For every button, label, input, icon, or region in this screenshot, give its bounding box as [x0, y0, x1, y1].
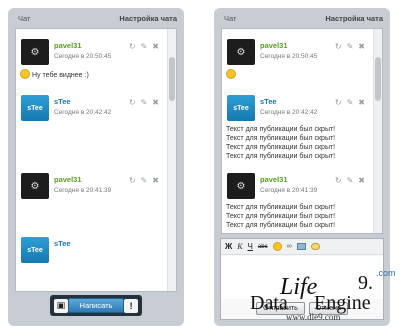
message-actions: ↻ ✎ ✖: [335, 176, 365, 185]
chat-message: ⚙ pavel31 Сегодня в 20:50:45 ↻ ✎ ✖ Ну те…: [16, 39, 167, 95]
message-actions: ↻ ✎ ✖: [335, 98, 365, 107]
smiley-icon: [20, 69, 30, 79]
message-time: Сегодня в 20:50:45: [260, 53, 318, 60]
message-actions: ↻ ✎ ✖: [129, 42, 159, 51]
delete-icon[interactable]: ✖: [152, 98, 159, 107]
hidden-text-line: Текст для публикации был скрыт!: [226, 144, 336, 151]
gears-icon: ⚙: [227, 39, 255, 65]
message-author[interactable]: sTee: [54, 97, 71, 106]
message-author[interactable]: sTee: [54, 239, 71, 248]
hidden-text-line: Текст для публикации был скрыт!: [226, 135, 336, 142]
message-text: [226, 69, 238, 80]
message-time: Сегодня в 20:42:42: [260, 109, 318, 116]
stee-logo-icon: sTee: [21, 95, 49, 121]
bold-button[interactable]: Ж: [225, 242, 232, 251]
scrollbar[interactable]: [373, 29, 382, 233]
write-button[interactable]: Написать: [67, 298, 125, 313]
gears-icon: ⚙: [21, 39, 49, 65]
link-icon[interactable]: ∞: [287, 243, 292, 250]
reply-icon[interactable]: ↻: [129, 98, 136, 107]
scroll-thumb[interactable]: [375, 57, 381, 101]
chat-message: sTee sTee Сегодня в 20:42:42 ↻ ✎ ✖: [16, 95, 167, 151]
chat-settings-link[interactable]: Настройка чата: [325, 14, 383, 23]
scrollbar[interactable]: [167, 29, 176, 291]
edit-icon[interactable]: ✎: [141, 176, 148, 185]
chat-title: Чат: [18, 13, 31, 23]
message-time: Сегодня в 20:50:45: [54, 53, 112, 60]
hidden-text-line: Текст для публикации был скрыт!: [226, 213, 336, 220]
hidden-text-line: Текст для публикации был скрыт!: [226, 153, 336, 160]
editor-buttons: Отправить Отмена: [221, 302, 383, 316]
cancel-button[interactable]: Отмена: [308, 302, 348, 315]
chat-messages[interactable]: ⚙ pavel31 Сегодня в 20:50:45 ↻ ✎ ✖ Ну те…: [15, 28, 177, 292]
smiley-icon[interactable]: [272, 242, 282, 251]
chat-header: Чат Настройка чата: [214, 8, 390, 28]
strikethrough-button[interactable]: abc: [258, 244, 268, 250]
chat-message: ⚙ pavel31 Сегодня в 20:41:39 ↻ ✎ ✖: [16, 173, 167, 229]
delete-icon[interactable]: ✖: [152, 176, 159, 185]
chat-message: sTee sTee: [16, 237, 167, 291]
chat-header: Чат Настройка чата: [8, 8, 184, 28]
chat-message: sTee sTee Сегодня в 20:42:42 ↻ ✎ ✖ Текст…: [222, 95, 373, 173]
underline-button[interactable]: Ч: [248, 242, 253, 251]
hidden-text-line: Текст для публикации был скрыт!: [226, 222, 336, 229]
image-icon[interactable]: [296, 243, 306, 250]
scroll-thumb[interactable]: [169, 57, 175, 101]
stee-logo-icon: sTee: [21, 237, 49, 263]
quote-icon[interactable]: [310, 243, 320, 250]
message-author[interactable]: pavel31: [54, 41, 82, 50]
edit-icon[interactable]: ✎: [347, 98, 354, 107]
send-button[interactable]: Отправить: [256, 302, 305, 315]
hidden-text-line: Текст для публикации был скрыт!: [226, 204, 336, 211]
message-body: Ну тебе виднее :): [32, 72, 89, 79]
message-text: Ну тебе виднее :): [20, 69, 89, 80]
editor-toolbar: Ж К Ч abc ∞: [221, 239, 383, 255]
hidden-text-line: Текст для публикации был скрыт!: [226, 126, 336, 133]
reply-icon[interactable]: ↻: [129, 42, 136, 51]
message-author[interactable]: pavel31: [260, 41, 288, 50]
message-actions: ↻ ✎ ✖: [129, 98, 159, 107]
chat-bottom-bar: ▣ Написать !: [50, 295, 142, 316]
message-text: Текст для публикации был скрыт! Текст дл…: [226, 203, 335, 230]
message-author[interactable]: pavel31: [260, 175, 288, 184]
chat-settings-link[interactable]: Настройка чата: [119, 14, 177, 23]
message-time: Сегодня в 20:41:39: [260, 187, 318, 194]
stee-logo-icon: sTee: [227, 95, 255, 121]
message-author[interactable]: sTee: [260, 97, 277, 106]
gift-icon[interactable]: ▣: [54, 298, 68, 313]
reply-icon[interactable]: ↻: [129, 176, 136, 185]
chat-panel-right: Чат Настройка чата ⚙ pavel31 Сегодня в 2…: [214, 8, 390, 326]
chat-title: Чат: [224, 13, 237, 23]
delete-icon[interactable]: ✖: [358, 42, 365, 51]
italic-button[interactable]: К: [237, 242, 242, 251]
message-time: Сегодня в 20:42:42: [54, 109, 112, 116]
chat-panel-left: Чат Настройка чата ⚙ pavel31 Сегодня в 2…: [8, 8, 184, 326]
message-editor: Ж К Ч abc ∞ Отправить Отмена: [220, 238, 384, 320]
smiley-icon: [226, 69, 236, 79]
edit-icon[interactable]: ✎: [141, 42, 148, 51]
chat-message: ⚙ pavel31 Сегодня в 20:50:45 ↻ ✎ ✖: [222, 39, 373, 95]
gears-icon: ⚙: [227, 173, 255, 199]
gears-icon: ⚙: [21, 173, 49, 199]
delete-icon[interactable]: ✖: [358, 176, 365, 185]
message-actions: ↻ ✎ ✖: [335, 42, 365, 51]
edit-icon[interactable]: ✎: [347, 176, 354, 185]
delete-icon[interactable]: ✖: [358, 98, 365, 107]
edit-icon[interactable]: ✎: [347, 42, 354, 51]
delete-icon[interactable]: ✖: [152, 42, 159, 51]
message-author[interactable]: pavel31: [54, 175, 82, 184]
alert-icon[interactable]: !: [124, 298, 139, 313]
message-actions: ↻ ✎ ✖: [129, 176, 159, 185]
message-time: Сегодня в 20:41:39: [54, 187, 112, 194]
chat-message: ⚙ pavel31 Сегодня в 20:41:39 ↻ ✎ ✖ Текст…: [222, 173, 373, 233]
edit-icon[interactable]: ✎: [141, 98, 148, 107]
reply-icon[interactable]: ↻: [335, 98, 342, 107]
message-text: Текст для публикации был скрыт! Текст дл…: [226, 125, 335, 161]
reply-icon[interactable]: ↻: [335, 42, 342, 51]
reply-icon[interactable]: ↻: [335, 176, 342, 185]
chat-messages[interactable]: ⚙ pavel31 Сегодня в 20:50:45 ↻ ✎ ✖ sTee …: [221, 28, 383, 234]
message-textarea[interactable]: [221, 256, 383, 299]
